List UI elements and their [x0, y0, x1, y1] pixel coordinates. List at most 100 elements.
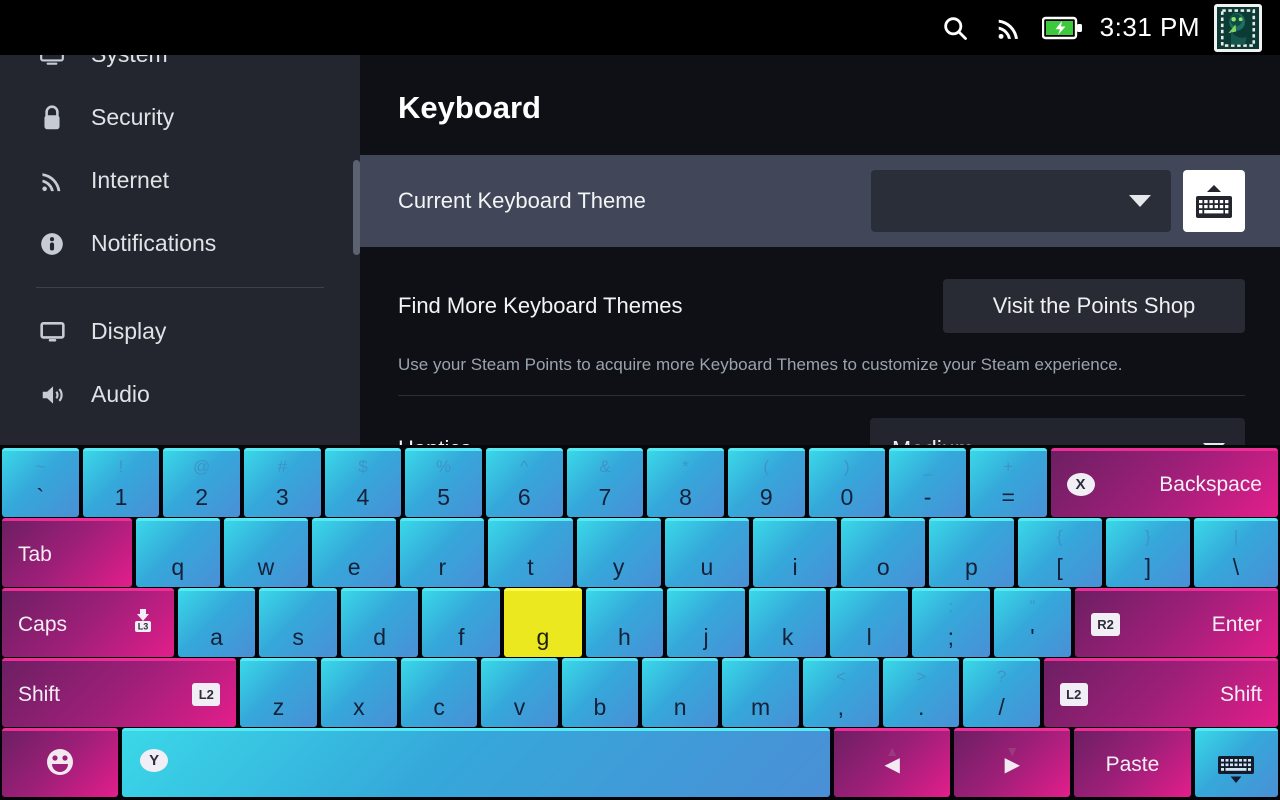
key-4[interactable]: $4 [324, 448, 402, 517]
wifi-icon[interactable] [982, 0, 1036, 55]
lock-icon [35, 104, 69, 132]
key-g[interactable]: g [504, 588, 582, 657]
key-t[interactable]: t [488, 518, 573, 587]
key-punct[interactable]: ▲ ◀ [834, 728, 951, 797]
key-tab[interactable]: Tab [2, 518, 132, 587]
key-0[interactable]: ) 0 [808, 448, 886, 517]
key-punct[interactable]: ~ ` [2, 448, 79, 517]
key-c[interactable]: c [400, 658, 478, 727]
key-a[interactable]: a [177, 588, 256, 657]
key-8[interactable]: * 8 [647, 448, 724, 517]
key-9[interactable]: (9 [727, 448, 805, 517]
sidebar-scrollbar[interactable] [353, 160, 360, 255]
visit-points-shop-button[interactable]: Visit the Points Shop [943, 279, 1245, 333]
sidebar-item-system[interactable]: System [0, 55, 360, 86]
key-label: Shift [1220, 682, 1263, 706]
key-secondary-arrow: ▲ [885, 743, 900, 759]
key-punct[interactable]: :; [912, 588, 990, 657]
current-keyboard-theme-row[interactable]: Current Keyboard Theme [360, 155, 1280, 247]
key-k[interactable]: k [748, 588, 827, 657]
key-shift[interactable]: L2 Shift [1043, 658, 1279, 727]
key-punct[interactable]: }] [1105, 518, 1190, 587]
sidebar-item-security[interactable]: Security [0, 86, 360, 149]
key-y[interactable]: y [576, 518, 661, 587]
key-caps[interactable]: Caps L3 [2, 588, 174, 657]
key-j[interactable]: j [667, 588, 745, 657]
key-f[interactable]: f [422, 588, 501, 657]
key-punct[interactable]: <, [802, 658, 880, 727]
settings-sidebar[interactable]: System Security Internet [0, 55, 360, 445]
key-n[interactable]: n [642, 658, 719, 727]
key-label: 6 [517, 484, 531, 510]
key-h[interactable]: h [585, 588, 664, 657]
key-punct[interactable]: | \ [1193, 518, 1279, 587]
key-label: 9 [759, 484, 773, 510]
key-l[interactable]: l [830, 588, 909, 657]
haptics-select[interactable]: Medium [870, 418, 1245, 445]
key-hide-keyboard[interactable] [1194, 728, 1278, 797]
key-r[interactable]: r [400, 518, 485, 587]
key-label: = [1001, 484, 1015, 510]
key-6[interactable]: ^ 6 [485, 448, 563, 517]
key-paste[interactable]: Paste [1074, 728, 1191, 797]
show-keyboard-button[interactable] [1183, 170, 1245, 232]
key-x[interactable]: x [320, 658, 397, 727]
key-m[interactable]: m [722, 658, 799, 727]
key-punct[interactable]: _ - [889, 448, 966, 517]
find-more-themes-label: Find More Keyboard Themes [398, 293, 683, 318]
battery-charging-icon[interactable] [1036, 0, 1090, 55]
keyboard-theme-select[interactable] [871, 170, 1171, 232]
key-label: Shift [18, 682, 61, 706]
key-shift-glyph: # [277, 457, 288, 476]
hide-keyboard-icon [1218, 756, 1255, 783]
sidebar-item-audio[interactable]: Audio [0, 363, 360, 426]
key-q[interactable]: q [135, 518, 220, 587]
key-punct[interactable]: {[ [1017, 518, 1102, 587]
avatar[interactable] [1214, 3, 1262, 52]
key-punct[interactable]: + = [969, 448, 1047, 517]
key-2[interactable]: @2 [163, 448, 240, 517]
key-secondary-arrow: ▼ [1005, 743, 1020, 759]
sidebar-item-label: Display [91, 318, 167, 344]
find-more-themes-row: Find More Keyboard Themes Visit the Poin… [360, 275, 1280, 337]
key-z[interactable]: z [240, 658, 317, 727]
key-space[interactable]: Y [122, 728, 831, 797]
key-shift-glyph: * [682, 457, 689, 476]
key-i[interactable]: i [752, 518, 838, 587]
key-d[interactable]: d [340, 588, 419, 657]
key-5[interactable]: % 5 [405, 448, 482, 517]
key-emoji[interactable] [2, 728, 119, 797]
key-shift-glyph: ( [763, 457, 770, 476]
key-backspace[interactable]: X Backspace [1050, 448, 1278, 517]
key-punct[interactable]: ▼ ▶ [954, 728, 1071, 797]
key-p[interactable]: p [929, 518, 1014, 587]
key-shift[interactable]: Shift L2 [2, 658, 237, 727]
button-badge-y: Y [140, 748, 169, 772]
key-o[interactable]: o [841, 518, 926, 587]
key-label: z [272, 694, 285, 720]
key-punct[interactable]: >. [883, 658, 960, 727]
key-shift-glyph: > [916, 667, 927, 686]
key-7[interactable]: & 7 [566, 448, 644, 517]
key-label: o [876, 554, 890, 580]
sidebar-item-notifications[interactable]: Notifications [0, 212, 360, 275]
key-enter[interactable]: R2 Enter [1075, 588, 1278, 657]
key-v[interactable]: v [481, 658, 558, 727]
key-b[interactable]: b [561, 658, 639, 727]
key-u[interactable]: u [664, 518, 749, 587]
key-w[interactable]: w [223, 518, 309, 587]
key-s[interactable]: s [259, 588, 337, 657]
virtual-keyboard[interactable]: ~ `! 1 @2 #3 $4% 5 ^ 6 & 7 * 8(9) 0 _ - + = X Backspace Tab q… [0, 445, 1280, 800]
key-e[interactable]: e [312, 518, 397, 587]
key-1[interactable]: ! 1 [82, 448, 160, 517]
key-label: 2 [195, 484, 209, 510]
key-label: Tab [18, 542, 52, 566]
key-label: . [918, 694, 925, 720]
search-icon[interactable] [928, 0, 982, 55]
key-3[interactable]: #3 [243, 448, 321, 517]
key-punct[interactable]: " ' [993, 588, 1072, 657]
sidebar-item-display[interactable]: Display [0, 300, 360, 363]
key-punct[interactable]: ? / [963, 658, 1040, 727]
key-label: c [433, 694, 445, 720]
sidebar-item-internet[interactable]: Internet [0, 149, 360, 212]
